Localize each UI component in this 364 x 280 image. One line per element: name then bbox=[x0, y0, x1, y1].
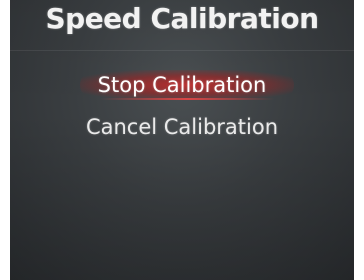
page-title: Speed Calibration bbox=[45, 2, 319, 35]
calibration-screen: Speed Calibration Stop Calibration Cance… bbox=[10, 0, 354, 280]
cancel-calibration-option[interactable]: Cancel Calibration bbox=[10, 106, 354, 148]
stop-calibration-label: Stop Calibration bbox=[97, 73, 267, 97]
cancel-calibration-label: Cancel Calibration bbox=[85, 115, 279, 139]
title-divider bbox=[10, 50, 354, 51]
stop-calibration-option[interactable]: Stop Calibration bbox=[10, 64, 354, 106]
calibration-menu: Stop Calibration Cancel Calibration bbox=[10, 64, 354, 148]
